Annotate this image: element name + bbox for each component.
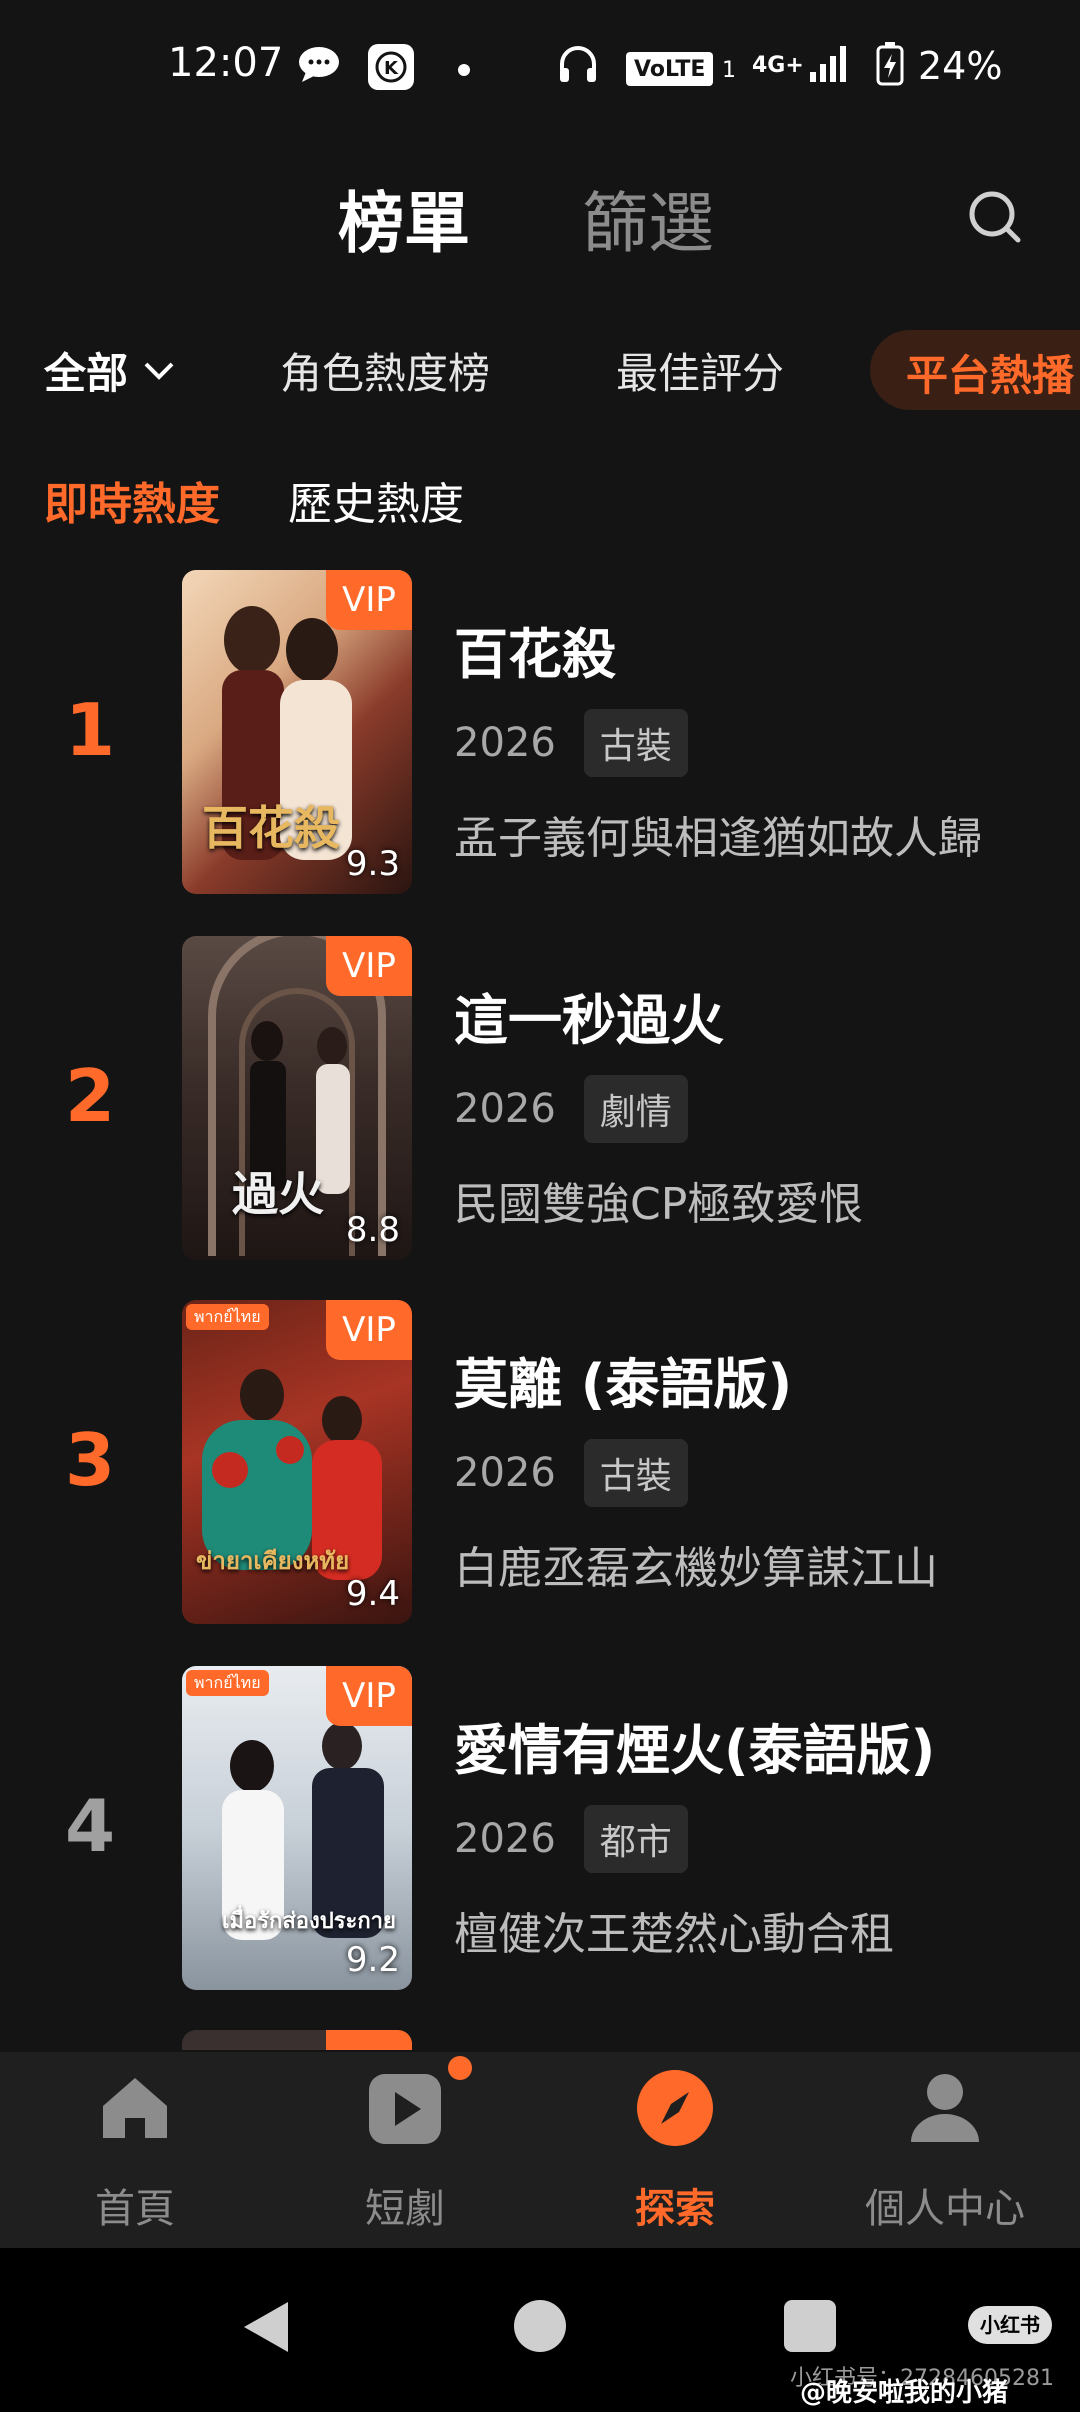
- watermark-badge: 小红书: [968, 2306, 1052, 2344]
- meta-row: 2026 都市: [454, 1805, 688, 1873]
- vip-badge-peek: [326, 2030, 412, 2050]
- thai-dub-tag: พากย์ไทย: [186, 1670, 269, 1696]
- description: 檀健次王楚然心動合租: [454, 1909, 894, 1960]
- thai-dub-tag: พากย์ไทย: [186, 1304, 269, 1330]
- year: 2026: [454, 720, 556, 766]
- vip-badge: VIP: [326, 1666, 412, 1726]
- nav-profile[interactable]: 個人中心: [810, 2052, 1080, 2248]
- headphones-icon: [556, 44, 600, 84]
- svg-text:K: K: [384, 58, 399, 79]
- sim-number: 1: [722, 57, 736, 83]
- poster-title: เมื่อรักส่องประกาย: [222, 1908, 396, 1934]
- category-all-dropdown[interactable]: 全部: [44, 340, 176, 401]
- score: 8.8: [345, 1210, 400, 1250]
- list-item[interactable]: 4 พากย์ไทย VIP เมื่อรักส่องประกาย 9.2 愛情…: [0, 1666, 1080, 1996]
- notification-dot-icon: [458, 64, 470, 76]
- compass-icon: [635, 2068, 715, 2148]
- drama-title: 百花殺: [454, 623, 616, 686]
- poster-image[interactable]: VIP 過火 8.8: [182, 936, 412, 1260]
- list-item[interactable]: 3 พากย์ไทย VIP ข่ายาเคียงหทัย 9.4 莫離 (泰語…: [0, 1300, 1080, 1630]
- poster-title: ข่ายาเคียงหทัย: [196, 1546, 350, 1575]
- year: 2026: [454, 1450, 556, 1496]
- nav-shorts[interactable]: 短劇: [270, 2052, 540, 2248]
- category-character-heat[interactable]: 角色熱度榜: [280, 340, 490, 401]
- watermark-user: @晚安啦我的小猪: [800, 2378, 1009, 2408]
- top-tabs: 榜單 篩選: [0, 170, 1080, 270]
- score: 9.4: [345, 1574, 400, 1614]
- category-platform-hot[interactable]: 平台熱播: [870, 330, 1080, 410]
- battery-icon: [876, 42, 904, 86]
- notification-dot-icon: [448, 2056, 472, 2080]
- meta-row: 2026 劇情: [454, 1075, 688, 1143]
- recents-icon[interactable]: [784, 2300, 836, 2352]
- person-icon: [905, 2068, 985, 2148]
- description: 白鹿丞磊玄機妙算謀江山: [454, 1543, 938, 1594]
- poster-title: 過火: [232, 1167, 324, 1221]
- description: 民國雙強CP極致愛恨: [454, 1179, 864, 1230]
- drama-title: 莫離 (泰語版): [454, 1353, 793, 1416]
- score: 9.2: [345, 1940, 400, 1980]
- home-icon: [95, 2068, 175, 2148]
- year: 2026: [454, 1816, 556, 1862]
- genre-tag: 劇情: [583, 1075, 688, 1143]
- meta-row: 2026 古裝: [454, 1439, 688, 1507]
- tab-filter[interactable]: 篩選: [582, 170, 714, 266]
- nav-explore[interactable]: 探索: [540, 2052, 810, 2248]
- home-button-icon[interactable]: [514, 2300, 566, 2352]
- vip-badge: VIP: [326, 936, 412, 996]
- poster-image[interactable]: VIP 百花殺 9.3: [182, 570, 412, 894]
- rank-number: 2: [64, 1054, 116, 1138]
- play-icon: [365, 2068, 445, 2148]
- poster-title: 百花殺: [202, 801, 340, 855]
- rank-number: 1: [64, 688, 116, 772]
- category-best-rating[interactable]: 最佳評分: [616, 340, 784, 401]
- genre-tag: 都市: [583, 1805, 688, 1873]
- status-time: 12:07: [168, 40, 284, 86]
- chevron-down-icon: [144, 362, 174, 380]
- drama-title: 愛情有煙火(泰語版): [454, 1719, 936, 1782]
- subtabs: 即時熱度 歷史熱度: [0, 468, 1080, 530]
- nav-home[interactable]: 首頁: [0, 2052, 270, 2248]
- year: 2026: [454, 1086, 556, 1132]
- vip-badge: VIP: [326, 570, 412, 630]
- description: 孟子義何與相逢猶如故人歸: [454, 813, 982, 864]
- genre-tag: 古裝: [583, 1439, 688, 1507]
- bottom-nav: 首頁 短劇 探索 個人中心: [0, 2052, 1080, 2248]
- tab-ranking[interactable]: 榜單: [338, 170, 470, 266]
- list-item[interactable]: 1 VIP 百花殺 9.3 百花殺 2026 古裝 孟子義何與相逢猶如故人歸: [0, 570, 1080, 900]
- category-all-label: 全部: [44, 349, 129, 398]
- rank-number: 4: [64, 1784, 116, 1868]
- nav-profile-label: 個人中心: [865, 2186, 1025, 2232]
- subtab-history-heat[interactable]: 歷史熱度: [288, 468, 464, 532]
- volte-icon: VoLTE: [626, 52, 714, 86]
- chat-bubble-icon: [296, 44, 342, 84]
- poster-image[interactable]: พากย์ไทย VIP เมื่อรักส่องประกาย 9.2: [182, 1666, 412, 1990]
- meta-row: 2026 古裝: [454, 709, 688, 777]
- nav-home-label: 首頁: [95, 2186, 175, 2232]
- network-type-icon: 4G+: [752, 53, 804, 78]
- poster-image[interactable]: พากย์ไทย VIP ข่ายาเคียงหทัย 9.4: [182, 1300, 412, 1624]
- battery-percent: 24%: [918, 44, 1003, 88]
- search-icon[interactable]: [966, 188, 1024, 246]
- score: 9.3: [345, 844, 400, 884]
- system-nav-bar: 小红书 小红书号：27284605281 @晚安啦我的小猪: [0, 2248, 1080, 2412]
- nav-shorts-label: 短劇: [365, 2186, 445, 2232]
- drama-title: 這一秒過火: [454, 989, 724, 1052]
- category-row: 全部 角色熱度榜 最佳評分 平台熱播: [0, 330, 1080, 410]
- subtab-realtime-heat[interactable]: 即時熱度: [44, 468, 220, 532]
- k-app-icon: K: [368, 44, 414, 90]
- rank-number: 3: [64, 1418, 116, 1502]
- status-bar: 12:07 K VoLTE 1 4G+ 24%: [0, 0, 1080, 140]
- next-poster-peek: [182, 2030, 412, 2050]
- vip-badge: VIP: [326, 1300, 412, 1360]
- nav-explore-label: 探索: [635, 2186, 715, 2232]
- list-item[interactable]: 2 VIP 過火 8.8 這一秒過火 2026 劇情 民國雙強CP極致愛恨: [0, 936, 1080, 1266]
- back-icon[interactable]: [240, 2298, 292, 2360]
- signal-icon: [808, 44, 852, 84]
- genre-tag: 古裝: [583, 709, 688, 777]
